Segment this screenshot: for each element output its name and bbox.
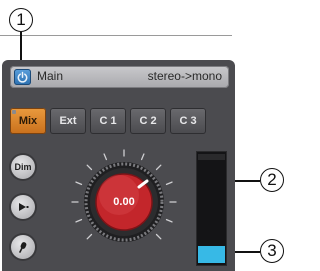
peak-indicator [198,154,225,160]
volume-value: 0.00 [113,196,135,208]
level-meter-fill [198,246,225,263]
callout-rule [0,35,232,36]
reference-button[interactable] [11,195,35,219]
power-icon [17,71,28,83]
source-button-label: C 2 [139,115,157,127]
dim-button[interactable]: Dim [11,155,35,179]
routing-label[interactable]: stereo->mono [148,69,222,83]
source-button-c3[interactable]: C 3 [170,108,206,134]
main-output-panel: Main stereo->mono Mix Ext C 1 C 2 C 3 Di… [2,60,235,271]
source-button-label: C 1 [99,115,117,127]
source-button-c1[interactable]: C 1 [90,108,126,134]
source-button-label: Ext [59,115,77,127]
volume-knob[interactable]: 0.00 [70,148,178,256]
talkback-icon [19,242,27,253]
source-button-c2[interactable]: C 2 [130,108,166,134]
source-button-mix[interactable]: Mix [10,108,46,134]
dim-button-label: Dim [14,162,32,172]
source-led [12,110,16,114]
control-room-stage: 1 2 3 Main stereo->mono Mix Ext C 1 C 2 … [0,0,298,271]
source-button-label: C 3 [179,115,197,127]
power-button[interactable] [14,69,31,85]
source-button-label: Mix [18,115,38,127]
main-header-bar: Main stereo->mono [10,66,229,88]
channel-title: Main [37,69,64,83]
talkback-button[interactable] [11,235,35,259]
source-selector: Mix Ext C 1 C 2 C 3 [10,108,210,136]
callout-3: 3 [260,239,284,263]
source-button-ext[interactable]: Ext [50,108,86,134]
callout-2: 2 [260,168,284,192]
level-meter [196,151,227,266]
callout-1: 1 [9,8,33,32]
play-icon [19,203,29,211]
